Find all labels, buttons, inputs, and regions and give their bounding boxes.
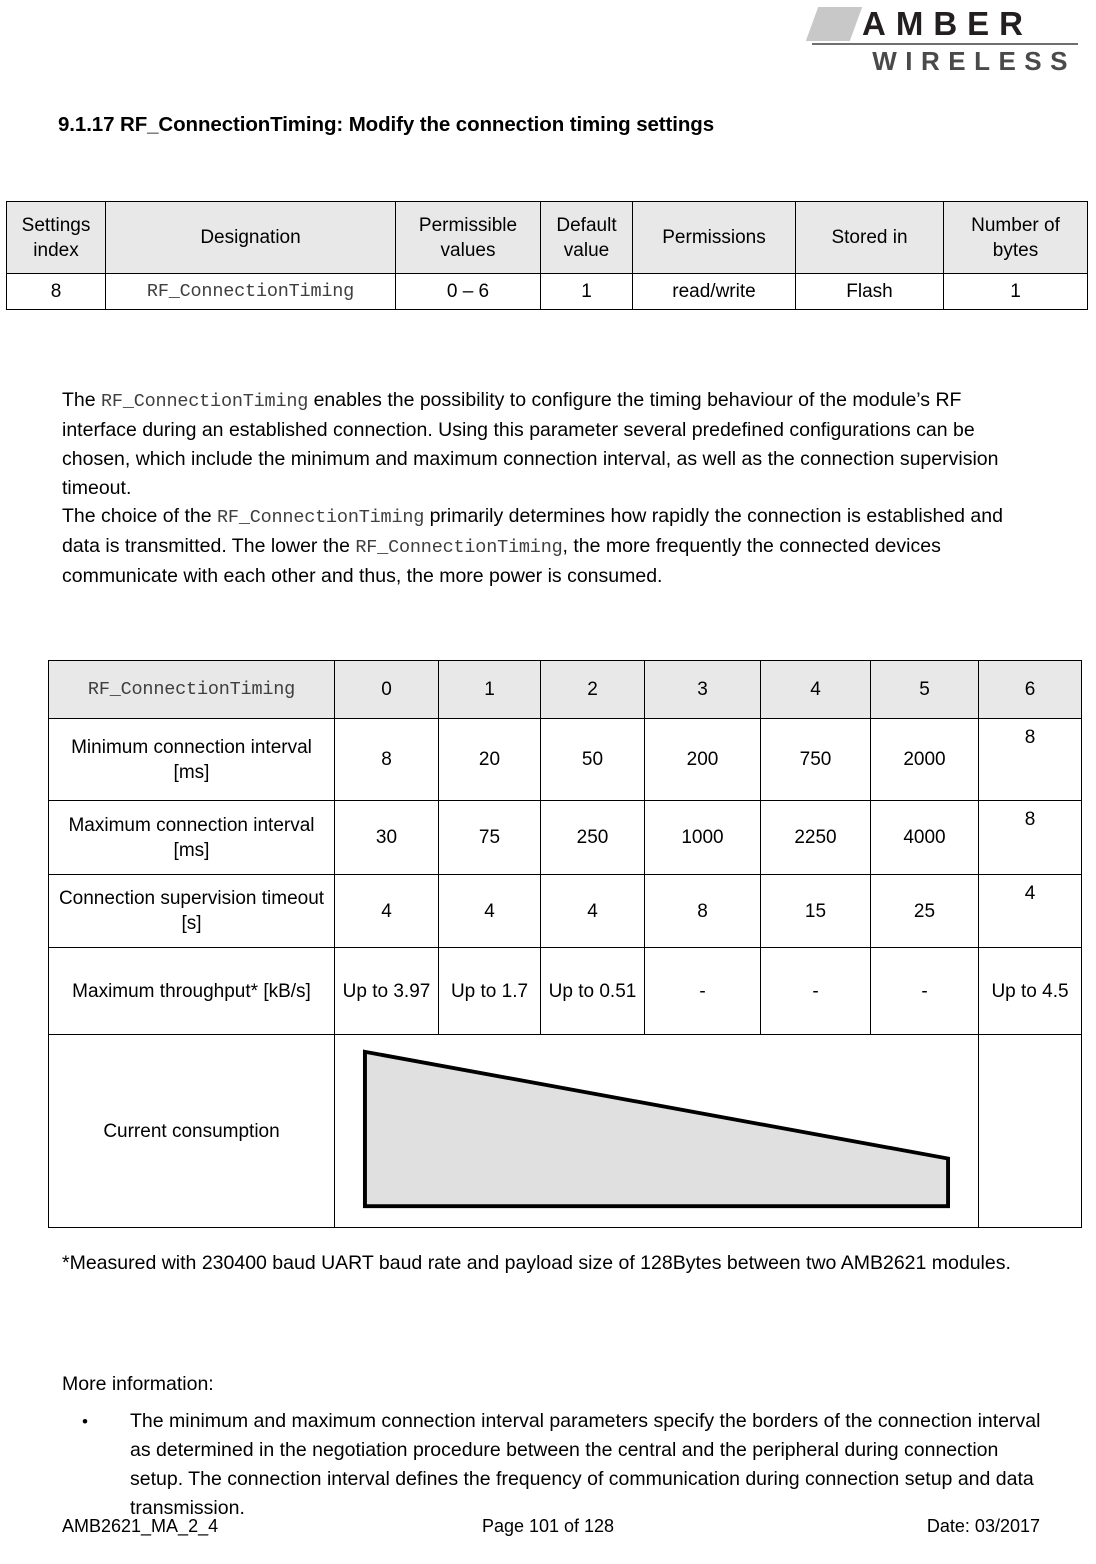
row-value: 4: [540, 874, 645, 948]
bullet-icon: •: [82, 1412, 88, 1431]
timing-row-supervision-timeout: Connection supervision timeout [s] 4 4 4…: [48, 874, 1082, 948]
timing-col-0: 0: [334, 660, 439, 719]
measurement-footnote: *Measured with 230400 baud UART baud rat…: [62, 1252, 1011, 1274]
row-label: Connection supervision timeout [s]: [48, 874, 335, 948]
logo-amber-text: AMBER: [862, 5, 1033, 42]
header-designation: Designation: [105, 201, 396, 274]
list-item: • The minimum and maximum connection int…: [72, 1407, 1052, 1523]
timing-col-1: 1: [438, 660, 541, 719]
row-value: Up to 0.51: [540, 947, 645, 1035]
timing-col-5: 5: [870, 660, 979, 719]
row-value: 250: [540, 800, 645, 875]
row-value: 4000: [870, 800, 979, 875]
row-label: Maximum throughput* [kB/s]: [48, 947, 335, 1035]
timing-header-row: RF_ConnectionTiming 0 1 2 3 4 5 6: [48, 660, 1082, 719]
paragraph-2-part-a: The choice of the: [62, 505, 218, 527]
header-permissible-values: Permissible values: [395, 201, 541, 274]
row-value: 8: [978, 718, 1082, 801]
row-value: -: [644, 947, 761, 1035]
wedge-svg: [362, 1049, 951, 1209]
row-value: 200: [644, 718, 761, 801]
header-stored-in: Stored in: [795, 201, 944, 274]
timing-col-3: 3: [644, 660, 761, 719]
row-value: Up to 1.7: [438, 947, 541, 1035]
logo-top-row: AMBER: [805, 5, 1078, 42]
current-consumption-graphic-cell: [334, 1034, 979, 1228]
cell-permissible-values: 0 – 6: [395, 273, 541, 310]
timing-col-4: 4: [760, 660, 871, 719]
timing-col-2: 2: [540, 660, 645, 719]
slash-icon: [805, 7, 863, 41]
logo-divider: [812, 43, 1078, 45]
logo-wireless-text: WIRELESS: [872, 46, 1076, 76]
row-value: 4: [438, 874, 541, 948]
row-value: 8: [978, 800, 1082, 875]
row-value: Up to 3.97: [334, 947, 439, 1035]
more-information-list: • The minimum and maximum connection int…: [72, 1407, 1052, 1523]
table-row: 8 RF_ConnectionTiming 0 – 6 1 read/write…: [6, 273, 1088, 310]
paragraph-2-code-1: RF_ConnectionTiming: [217, 507, 425, 528]
row-value: 1000: [644, 800, 761, 875]
timing-row-max-interval: Maximum connection interval [ms] 30 75 2…: [48, 800, 1082, 875]
row-value: -: [870, 947, 979, 1035]
page-footer: AMB2621_MA_2_4 Page 101 of 128 Date: 03/…: [0, 1516, 1096, 1546]
row-value: 25: [870, 874, 979, 948]
footer-date: Date: 03/2017: [926, 1516, 1040, 1536]
row-value: 2000: [870, 718, 979, 801]
row-value: 75: [438, 800, 541, 875]
timing-row-max-throughput: Maximum throughput* [kB/s] Up to 3.97 Up…: [48, 947, 1082, 1035]
header-permissions: Permissions: [632, 201, 796, 274]
row-value: 15: [760, 874, 871, 948]
row-value: 2250: [760, 800, 871, 875]
amber-wireless-logo: AMBER WIRELESS: [805, 5, 1078, 76]
row-value: 8: [334, 718, 439, 801]
descending-wedge-icon: [362, 1048, 951, 1210]
header-number-of-bytes: Number of bytes: [943, 201, 1088, 274]
connection-timing-table: RF_ConnectionTiming 0 1 2 3 4 5 6 Minimu…: [48, 660, 1082, 1228]
more-information-title: More information:: [62, 1373, 214, 1395]
row-label: Maximum connection interval [ms]: [48, 800, 335, 875]
paragraph-1-code-1: RF_ConnectionTiming: [101, 391, 309, 412]
wedge-shape: [362, 1049, 951, 1209]
section-heading: 9.1.17 RF_ConnectionTiming: Modify the c…: [58, 113, 714, 136]
row-value: 750: [760, 718, 871, 801]
cell-number-of-bytes: 1: [943, 273, 1088, 310]
row-value: 4: [334, 874, 439, 948]
row-value: 4: [978, 874, 1082, 948]
timing-col-6: 6: [978, 660, 1082, 719]
row-label: Minimum connection interval [ms]: [48, 718, 335, 801]
header-settings-index: Settings index: [6, 201, 106, 274]
row-value: 8: [644, 874, 761, 948]
paragraph-choice: The choice of the RF_ConnectionTiming pr…: [62, 502, 1040, 591]
current-consumption-empty-cell: [978, 1034, 1082, 1228]
row-value: 20: [438, 718, 541, 801]
cell-default-value: 1: [540, 273, 633, 310]
table-header-row: Settings index Designation Permissible v…: [6, 201, 1088, 274]
row-value: Up to 4.5: [978, 947, 1082, 1035]
row-value: 50: [540, 718, 645, 801]
timing-corner-label: RF_ConnectionTiming: [48, 660, 335, 719]
paragraph-2-code-2: RF_ConnectionTiming: [355, 537, 563, 558]
settings-index-table: Settings index Designation Permissible v…: [6, 201, 1088, 310]
timing-row-min-interval: Minimum connection interval [ms] 8 20 50…: [48, 718, 1082, 801]
timing-row-current-consumption: Current consumption: [48, 1034, 1082, 1228]
cell-designation: RF_ConnectionTiming: [105, 273, 396, 310]
cell-stored-in: Flash: [795, 273, 944, 310]
cell-permissions: read/write: [632, 273, 796, 310]
paragraph-overview: The RF_ConnectionTiming enables the poss…: [62, 386, 1040, 503]
row-value: 30: [334, 800, 439, 875]
paragraph-1-part-a: The: [62, 389, 102, 411]
list-item-text: The minimum and maximum connection inter…: [130, 1410, 1041, 1519]
cell-settings-index: 8: [6, 273, 106, 310]
row-value: -: [760, 947, 871, 1035]
header-default-value: Default value: [540, 201, 633, 274]
row-label: Current consumption: [48, 1034, 335, 1228]
